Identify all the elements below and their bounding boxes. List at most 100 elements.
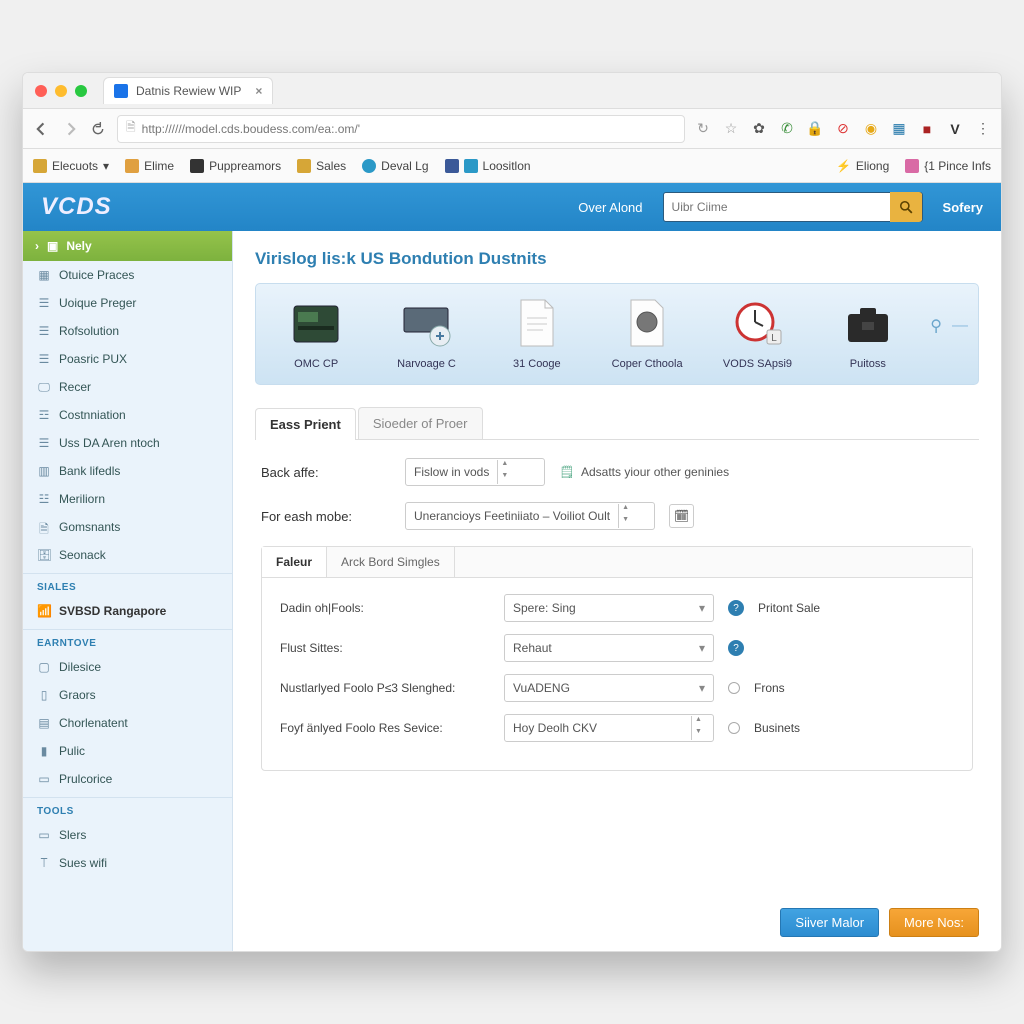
sidebar-item[interactable]: ☰Uoique Preger bbox=[23, 289, 232, 317]
launch-label: OMC CP bbox=[294, 358, 338, 370]
reload-button[interactable] bbox=[89, 120, 107, 138]
close-tab-icon[interactable]: × bbox=[255, 84, 262, 98]
sidebar-item[interactable]: 🗄Seonack bbox=[23, 541, 232, 569]
launch-item[interactable]: Coper Cthoola bbox=[597, 298, 697, 370]
bookmark-item[interactable]: Elecuots ▾ bbox=[33, 159, 109, 173]
brand-logo[interactable]: VCDS bbox=[41, 193, 112, 221]
bookmark-item[interactable]: Deval Lg bbox=[362, 159, 428, 173]
phone-icon[interactable]: ✆ bbox=[779, 121, 795, 137]
launch-item[interactable]: 31 Cooge bbox=[487, 298, 587, 370]
bookmark-item[interactable]: Loositlon bbox=[445, 159, 531, 173]
sidebar-item[interactable]: ▮Pulic bbox=[23, 737, 232, 765]
card-icon: ▤ bbox=[37, 716, 51, 730]
browser-window: Datnis Rewiew WIP × 🗎 http://////model.c… bbox=[22, 72, 1002, 952]
sidebar-item[interactable]: ▯Graors bbox=[23, 681, 232, 709]
bookmark-item[interactable]: ⚡ Eliong bbox=[836, 159, 889, 173]
more-nos-button[interactable]: More Nos: bbox=[889, 908, 979, 937]
sub-tabs: Faleur Arck Bord Simgles Dadin oh|Fools:… bbox=[261, 546, 973, 771]
back-hint: 🗒 Adsatts yiour other geninies bbox=[559, 464, 729, 480]
close-window-icon[interactable] bbox=[35, 85, 47, 97]
over-alond-link[interactable]: Over Alond bbox=[578, 200, 642, 215]
bookmark-item[interactable]: Elime bbox=[125, 159, 174, 173]
sidebar-item[interactable]: ☲Costnniation bbox=[23, 401, 232, 429]
url-bar[interactable]: 🗎 http://////model.cds.boudess.com/ea:.o… bbox=[117, 115, 685, 143]
calendar-icon[interactable]: 🗓 bbox=[669, 504, 694, 528]
search-input[interactable] bbox=[664, 200, 890, 214]
subform-select[interactable]: Rehaut▾ bbox=[504, 634, 714, 662]
bookmark-item[interactable]: {1 Pince Infs bbox=[905, 159, 991, 173]
lock-icon[interactable]: 🔒 bbox=[807, 121, 823, 137]
block-icon[interactable]: ⊘ bbox=[835, 121, 851, 137]
maximize-window-icon[interactable] bbox=[75, 85, 87, 97]
cash-select[interactable]: Unerancioys Feetiniiato – Voiliot Oult ▲… bbox=[405, 502, 655, 530]
minimize-window-icon[interactable] bbox=[55, 85, 67, 97]
sidebar-item[interactable]: ☰Rofsolution bbox=[23, 317, 232, 345]
launch-label: Narvoage C bbox=[397, 358, 456, 370]
search-button[interactable] bbox=[890, 192, 922, 222]
square-icon[interactable]: ■ bbox=[919, 121, 935, 137]
doc-icon: ☰ bbox=[37, 436, 51, 450]
save-icon[interactable]: ▦ bbox=[891, 121, 907, 137]
spin-up-icon[interactable]: ▲ bbox=[692, 716, 705, 728]
sidebar-top[interactable]: › ▣ Nely bbox=[23, 231, 232, 261]
bookmark-icon bbox=[33, 159, 47, 173]
sidebar-item[interactable]: ☰Poasric PUX bbox=[23, 345, 232, 373]
bookmark-item[interactable]: Sales bbox=[297, 159, 346, 173]
launch-item[interactable]: Narvoage C bbox=[376, 298, 476, 370]
sidebar-item[interactable]: ☰Uss DA Aren ntoch bbox=[23, 429, 232, 457]
subtab-faleur[interactable]: Faleur bbox=[262, 547, 327, 577]
subform-select[interactable]: Hoy Deolh CKV▲▼ bbox=[504, 714, 714, 742]
norton-icon[interactable]: ◉ bbox=[863, 121, 879, 137]
sidebar-item[interactable]: ▤Chorlenatent bbox=[23, 709, 232, 737]
spin-down-icon[interactable]: ▼ bbox=[619, 516, 632, 528]
radio-businets[interactable] bbox=[728, 722, 740, 734]
sidebar-item[interactable]: ▭Slers bbox=[23, 821, 232, 849]
list-icon: ☰ bbox=[37, 296, 51, 310]
radio-frons[interactable] bbox=[728, 682, 740, 694]
sidebar-item[interactable]: 🗎Gomsnants bbox=[23, 513, 232, 541]
sidebar-item-rangapore[interactable]: 📶SVBSD Rangapore bbox=[23, 597, 232, 625]
sidebar-item[interactable]: ⟙Sues wifi bbox=[23, 849, 232, 877]
launch-item[interactable]: OMC CP bbox=[266, 298, 366, 370]
launch-item[interactable]: Puitoss bbox=[818, 298, 918, 370]
spin-up-icon[interactable]: ▲ bbox=[619, 504, 632, 516]
bookmark-item[interactable]: Puppreamors bbox=[190, 159, 281, 173]
spin-down-icon[interactable]: ▼ bbox=[498, 472, 511, 484]
v-icon[interactable]: V bbox=[947, 121, 963, 137]
sidebar-item[interactable]: ▢Dilesice bbox=[23, 653, 232, 681]
menu-icon[interactable]: ⋮ bbox=[975, 121, 991, 137]
subform-select[interactable]: VuADENG▾ bbox=[504, 674, 714, 702]
back-select[interactable]: Fislow in vods ▲▼ bbox=[405, 458, 545, 486]
tab-eass-prient[interactable]: Eass Prient bbox=[255, 408, 356, 440]
browser-tab[interactable]: Datnis Rewiew WIP × bbox=[103, 77, 273, 104]
launch-item[interactable]: L VODS SApsi9 bbox=[707, 298, 807, 370]
sidebar-item[interactable]: ▭Prulcorice bbox=[23, 765, 232, 793]
launch-scroll-right[interactable]: ⚲ — bbox=[928, 298, 968, 336]
sub-tabs-body: Dadin oh|Fools: Spere: Sing▾ ? Pritont S… bbox=[262, 578, 972, 770]
launch-label: 31 Cooge bbox=[513, 358, 561, 370]
back-button[interactable] bbox=[33, 120, 51, 138]
subtab-arck-bord[interactable]: Arck Bord Simgles bbox=[327, 547, 455, 577]
tab-sioeder-proer[interactable]: Sioeder of Proer bbox=[358, 407, 483, 439]
sidebar-item[interactable]: 🖵Recer bbox=[23, 373, 232, 401]
gear-icon[interactable]: ✿ bbox=[751, 121, 767, 137]
info-icon[interactable]: ? bbox=[728, 640, 744, 656]
sync-icon[interactable]: ↻ bbox=[695, 121, 711, 137]
launch-strip: OMC CP Narvoage C 31 Cooge Coper Cthoola… bbox=[255, 283, 979, 385]
silver-malor-button[interactable]: Siiver Malor bbox=[780, 908, 879, 937]
device-icon: ▢ bbox=[37, 660, 51, 674]
sidebar-item[interactable]: ☳Meriliorn bbox=[23, 485, 232, 513]
radio-label: Frons bbox=[754, 681, 785, 695]
forward-button[interactable] bbox=[61, 120, 79, 138]
star-icon[interactable]: ☆ bbox=[723, 121, 739, 137]
clock-icon: L bbox=[725, 298, 789, 350]
subform-select[interactable]: Spere: Sing▾ bbox=[504, 594, 714, 622]
sidebar-item[interactable]: ▦Otuice Praces bbox=[23, 261, 232, 289]
info-icon[interactable]: ? bbox=[728, 600, 744, 616]
spin-down-icon[interactable]: ▼ bbox=[692, 728, 705, 740]
safety-link[interactable]: Sofery bbox=[943, 200, 983, 215]
spin-up-icon[interactable]: ▲ bbox=[498, 460, 511, 472]
sidebar-item[interactable]: ▥Bank lifedls bbox=[23, 457, 232, 485]
tool-icon: ⟙ bbox=[37, 856, 51, 870]
launch-label: VODS SApsi9 bbox=[723, 358, 792, 370]
